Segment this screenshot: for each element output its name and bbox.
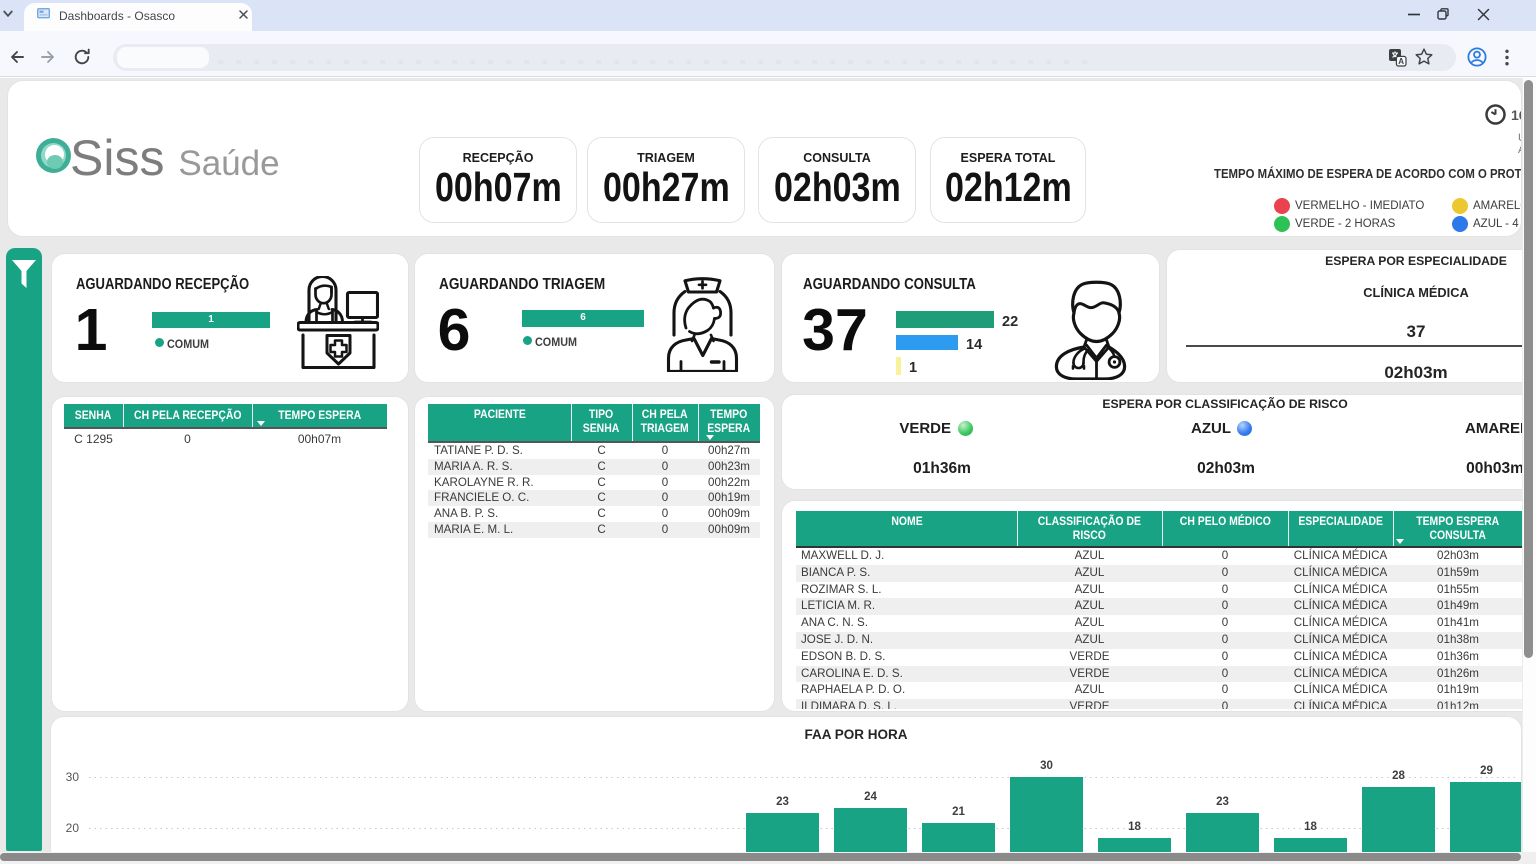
svg-text:A: A [1398,57,1404,66]
